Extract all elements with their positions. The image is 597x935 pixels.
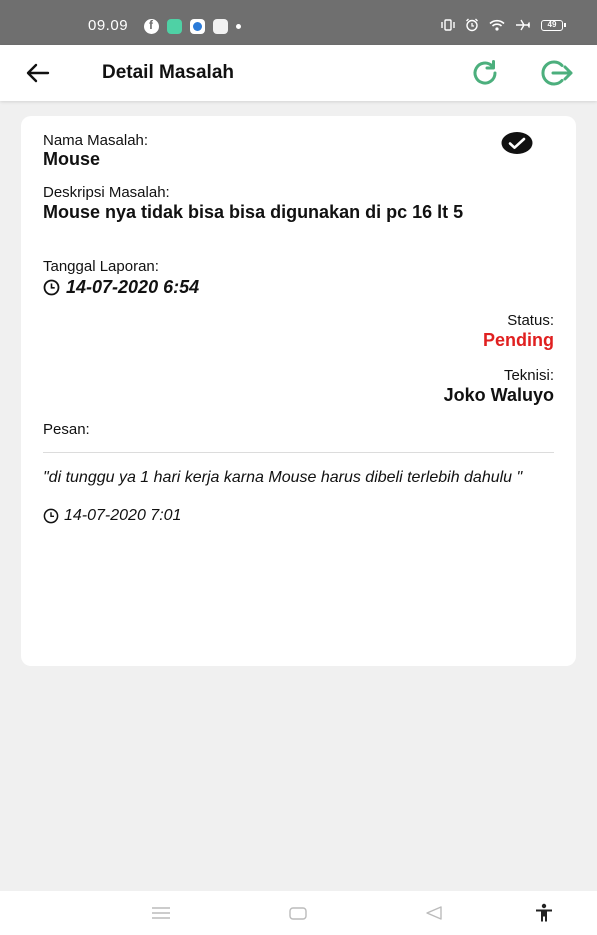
briefcase-icon	[213, 19, 228, 34]
more-notifications-icon	[236, 24, 241, 29]
name-label: Nama Masalah:	[43, 132, 149, 149]
message-text: "di tunggu ya 1 hari kerja karna Mouse h…	[43, 469, 523, 486]
description-value: Mouse nya tidak bisa bisa digunakan di p…	[43, 202, 464, 222]
vibrate-icon	[441, 19, 455, 31]
clock-icon	[43, 279, 60, 296]
app-bar: Detail Masalah	[0, 45, 597, 101]
battery-indicator: 49	[541, 19, 566, 31]
name-value: Mouse	[43, 149, 101, 169]
wifi-icon	[489, 19, 505, 31]
accessibility-icon[interactable]	[534, 903, 554, 923]
clock-icon	[43, 508, 59, 524]
refresh-icon[interactable]	[469, 57, 501, 89]
message-label: Pesan:	[43, 421, 90, 438]
status-time: 09.09	[88, 17, 129, 34]
system-icons: 49	[441, 18, 566, 32]
message-date-value: 14-07-2020 7:01	[64, 507, 182, 524]
description-label: Deskripsi Masalah:	[43, 184, 170, 201]
back-arrow-icon[interactable]	[24, 59, 52, 87]
facebook-icon	[144, 18, 159, 34]
status-bar: 09.09 49	[0, 0, 597, 45]
report-date-label: Tanggal Laporan:	[43, 258, 159, 275]
menu-icon[interactable]	[151, 907, 171, 919]
logout-icon[interactable]	[540, 57, 574, 89]
check-circle-icon	[501, 132, 533, 154]
divider	[43, 452, 554, 453]
messenger-icon	[190, 19, 205, 34]
detail-card: Nama Masalah: Mouse Deskripsi Masalah: M…	[21, 116, 576, 666]
status-label: Status:	[507, 312, 554, 329]
alarm-icon	[466, 18, 478, 32]
system-nav-bar	[0, 891, 597, 935]
page-title: Detail Masalah	[102, 62, 234, 83]
technician-value: Joko Waluyo	[443, 385, 554, 405]
home-icon[interactable]	[289, 907, 307, 920]
message-date-row: 14-07-2020 7:01	[43, 507, 181, 525]
report-date-row: 14-07-2020 6:54	[43, 277, 199, 298]
report-date-value: 14-07-2020 6:54	[66, 277, 200, 297]
technician-label: Teknisi:	[503, 367, 554, 384]
back-nav-icon[interactable]	[425, 906, 443, 920]
app-notification-icon	[167, 19, 182, 34]
notification-icons	[144, 18, 241, 34]
status-badge: Pending	[483, 330, 554, 350]
airplane-icon	[516, 19, 531, 31]
